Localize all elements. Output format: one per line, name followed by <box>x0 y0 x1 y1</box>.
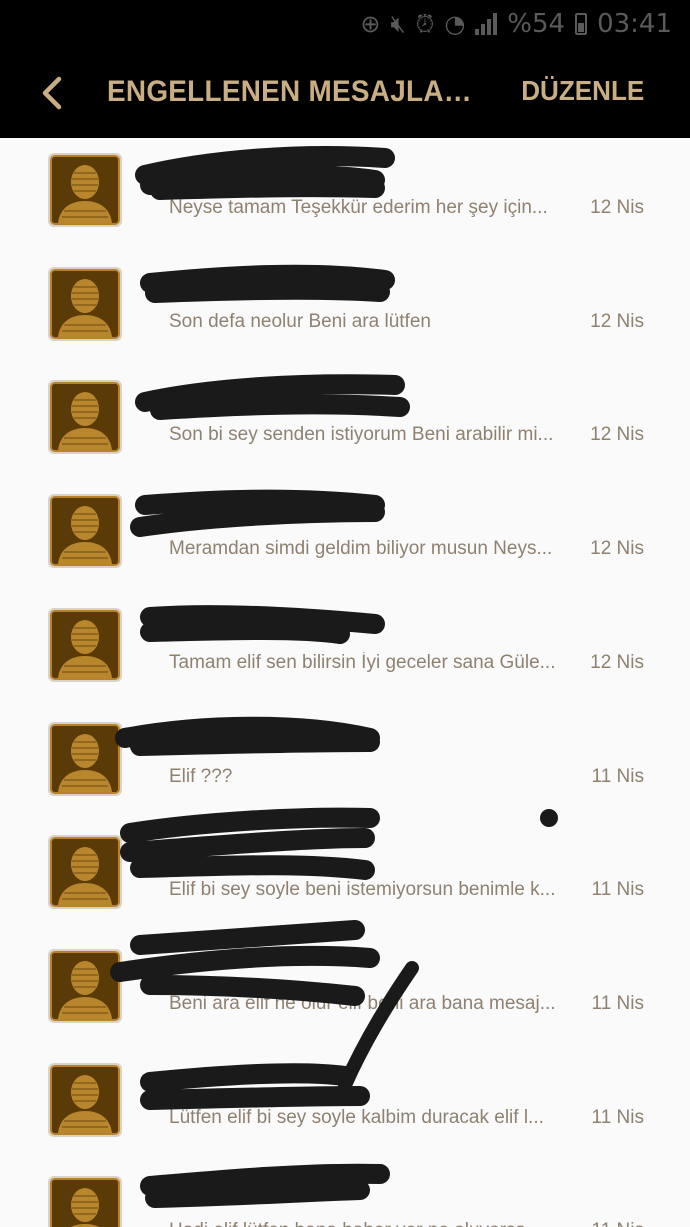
default-contact-icon <box>52 270 118 337</box>
message-row[interactable]: Elif bi sey soyle beni istemiyorsun beni… <box>0 825 690 939</box>
message-preview: Hadi elif lütfen bana haber ver ne oluyo… <box>169 1220 574 1227</box>
sender-name <box>138 267 378 313</box>
app-bar: ENGELLENEN MESAJLAR (14... DÜZENLE <box>0 48 690 138</box>
chevron-left-icon <box>42 76 62 110</box>
sender-name <box>138 153 378 199</box>
message-date: 11 Nis <box>591 1106 644 1128</box>
battery-percent: %54 <box>507 9 566 39</box>
message-preview: Son bi sey senden istiyorum Beni arabili… <box>169 424 554 446</box>
sender-name <box>138 380 378 426</box>
alarm-icon: ⏰︎ <box>415 10 435 38</box>
message-date: 12 Nis <box>590 651 644 673</box>
signal-icon <box>475 13 498 35</box>
message-row[interactable]: Tamam elif sen bilirsin İyi geceler sana… <box>0 598 690 712</box>
message-date: 11 Nis <box>592 1220 644 1227</box>
message-date: 11 Nis <box>591 765 644 787</box>
back-button[interactable] <box>28 70 76 116</box>
message-date: 12 Nis <box>590 310 644 332</box>
avatar[interactable] <box>48 607 122 682</box>
message-row[interactable]: Elif ??? 11 Nis <box>0 712 690 826</box>
avatar[interactable] <box>48 721 122 796</box>
message-preview: Meramdan simdi geldim biliyor musun Neys… <box>169 538 553 560</box>
message-preview: Beni ara elif ne olur elif beni ara bana… <box>169 992 556 1014</box>
default-contact-icon <box>52 157 118 223</box>
default-contact-icon <box>52 725 118 792</box>
sync-icon: ⊕ <box>360 10 381 38</box>
sender-name <box>138 949 378 995</box>
sender-name <box>138 1063 378 1109</box>
avatar[interactable] <box>48 835 122 910</box>
default-contact-icon <box>52 611 118 678</box>
message-row[interactable]: Beni ara elif ne olur elif beni ara bana… <box>0 939 690 1053</box>
default-contact-icon <box>52 384 118 451</box>
message-preview: Lütfen elif bi sey soyle kalbim duracak … <box>169 1106 544 1128</box>
avatar[interactable] <box>48 380 122 455</box>
page-title: ENGELLENEN MESAJLAR (14... <box>107 75 484 108</box>
sender-name <box>138 494 378 540</box>
message-row[interactable]: Son bi sey senden istiyorum Beni arabili… <box>0 370 690 484</box>
default-contact-icon <box>52 952 118 1019</box>
message-preview: Elif ??? <box>169 765 233 787</box>
mute-icon: 🔇︎ <box>390 10 406 38</box>
message-row[interactable]: Hadi elif lütfen bana haber ver ne oluyo… <box>0 1166 690 1227</box>
default-contact-icon <box>52 1066 118 1133</box>
message-date: 12 Nis <box>590 424 644 446</box>
default-contact-icon <box>52 498 118 565</box>
message-date: 11 Nis <box>591 879 644 901</box>
message-preview: Elif bi sey soyle beni istemiyorsun beni… <box>169 879 556 901</box>
message-preview: Neyse tamam Teşekkür ederim her şey için… <box>169 197 548 218</box>
avatar[interactable] <box>48 494 122 569</box>
battery-icon <box>575 13 588 35</box>
status-bar: ⊕ 🔇︎ ⏰︎ ◔ %54 03:41 <box>0 0 690 48</box>
avatar[interactable] <box>48 266 122 341</box>
message-row[interactable]: Neyse tamam Teşekkür ederim her şey için… <box>0 143 690 257</box>
message-row[interactable]: Lütfen elif bi sey soyle kalbim duracak … <box>0 1053 690 1167</box>
sender-name <box>138 722 378 768</box>
avatar[interactable] <box>48 948 122 1023</box>
message-date: 11 Nis <box>591 992 644 1014</box>
blocked-message-list[interactable]: Neyse tamam Teşekkür ederim her şey için… <box>0 138 690 1227</box>
message-date: 12 Nis <box>590 538 644 560</box>
default-contact-icon <box>52 839 118 906</box>
sender-name <box>138 608 378 654</box>
message-date: 12 Nis <box>590 197 644 218</box>
avatar[interactable] <box>48 1176 122 1227</box>
avatar[interactable] <box>48 1062 122 1137</box>
edit-button[interactable]: DÜZENLE <box>521 75 644 107</box>
sender-name <box>138 1176 378 1222</box>
avatar[interactable] <box>48 153 122 227</box>
message-row[interactable]: Son defa neolur Beni ara lütfen 12 Nis <box>0 257 690 371</box>
sender-name <box>138 835 378 881</box>
wifi-calling-icon: ◔ <box>444 10 466 38</box>
message-row[interactable]: Meramdan simdi geldim biliyor musun Neys… <box>0 484 690 598</box>
default-contact-icon <box>52 1180 118 1227</box>
clock: 03:41 <box>597 9 672 39</box>
status-icons: ⊕ 🔇︎ ⏰︎ ◔ %54 03:41 <box>360 8 672 40</box>
message-preview: Son defa neolur Beni ara lütfen <box>169 310 431 332</box>
message-preview: Tamam elif sen bilirsin İyi geceler sana… <box>169 651 556 673</box>
